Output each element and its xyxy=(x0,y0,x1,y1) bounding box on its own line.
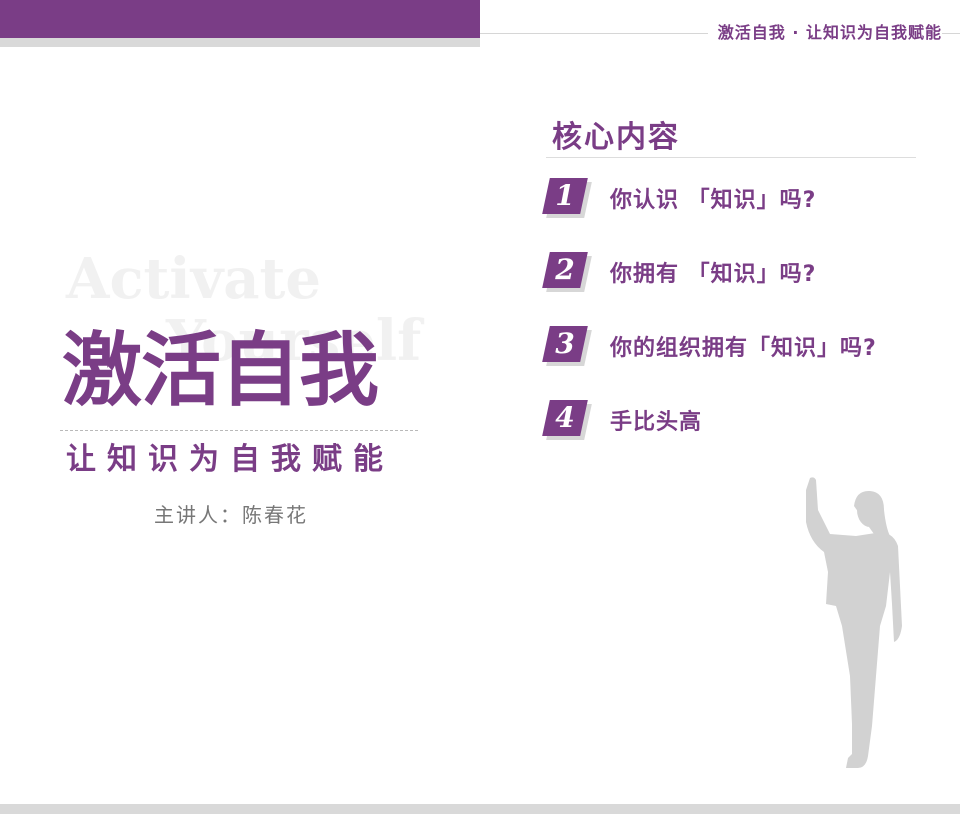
speaker-credit: 主讲人：陈春花 xyxy=(154,503,308,527)
header-tagline: 激活自我 · 让知识为自我赋能 xyxy=(707,22,942,44)
watermark-line-1: Activate xyxy=(66,246,322,312)
section-heading: 核心内容 xyxy=(552,120,680,155)
agenda-item-3: 3 你的组织拥有「知识」吗? xyxy=(542,326,877,366)
agenda-list: 1 你认识 「知识」吗? 2 你拥有 「知识」吗? 3 你的组织拥有「知识」吗?… xyxy=(542,178,877,474)
number-badge: 2 xyxy=(542,252,592,292)
agenda-item-text: 你拥有 「知识」吗? xyxy=(610,262,817,287)
title-divider xyxy=(60,430,418,431)
number-badge: 4 xyxy=(542,400,592,440)
agenda-item-text: 你的组织拥有「知识」吗? xyxy=(610,336,877,361)
footer-bar xyxy=(0,804,960,814)
number-badge: 3 xyxy=(542,326,592,366)
section-divider xyxy=(546,157,916,158)
main-title: 激活自我 xyxy=(62,323,379,417)
number-badge: 1 xyxy=(542,178,592,218)
agenda-item-text: 手比头高 xyxy=(610,410,703,435)
woman-raising-hand-silhouette-icon xyxy=(806,477,902,768)
agenda-item-1: 1 你认识 「知识」吗? xyxy=(542,178,877,218)
agenda-item-text: 你认识 「知识」吗? xyxy=(610,188,817,213)
agenda-item-4: 4 手比头高 xyxy=(542,400,877,440)
header-accent-bar xyxy=(0,0,480,38)
header-shadow-bar xyxy=(0,38,480,47)
item-number: 3 xyxy=(555,327,575,360)
item-number: 2 xyxy=(555,253,575,286)
agenda-item-2: 2 你拥有 「知识」吗? xyxy=(542,252,877,292)
item-number: 1 xyxy=(555,179,575,212)
subtitle: 让知识为自我赋能 xyxy=(66,442,394,477)
item-number: 4 xyxy=(555,401,575,434)
